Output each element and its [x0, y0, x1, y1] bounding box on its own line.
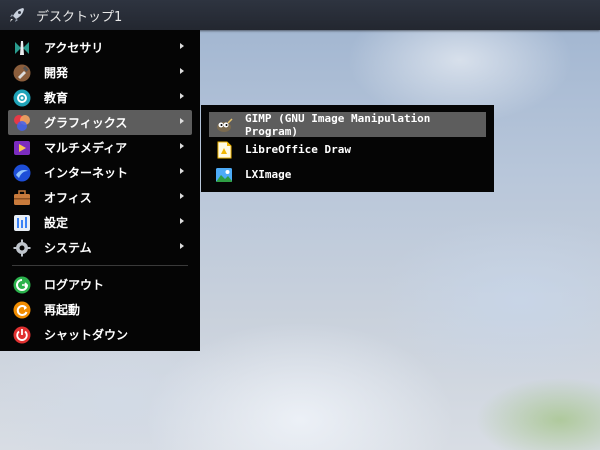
lximage-icon	[215, 166, 233, 184]
shutdown-button[interactable]: シャットダウン	[8, 322, 192, 347]
submenu-item-label: GIMP (GNU Image Manipulation Program)	[245, 111, 431, 138]
chevron-right-icon	[180, 118, 184, 124]
system-icon	[12, 238, 32, 258]
rocket-icon[interactable]	[6, 4, 28, 26]
menu-item-label: グラフィックス	[44, 116, 128, 130]
reboot-button[interactable]: 再起動	[8, 297, 192, 322]
menu-item-label: システム	[44, 241, 92, 255]
menu-item-development[interactable]: 開発	[8, 60, 192, 85]
logout-label: ログアウト	[44, 278, 105, 292]
chevron-right-icon	[180, 218, 184, 224]
shutdown-label: シャットダウン	[44, 328, 129, 342]
development-icon	[12, 63, 32, 83]
desktop-title[interactable]: デスクトップ1	[36, 6, 122, 25]
chevron-right-icon	[180, 243, 184, 249]
submenu-item-label: LXImage	[245, 168, 292, 181]
gimp-icon	[215, 116, 233, 134]
graphics-submenu: GIMP (GNU Image Manipulation Program) Li…	[201, 105, 494, 192]
shutdown-icon	[12, 325, 32, 345]
menu-item-label: 設定	[44, 216, 69, 230]
menu-item-label: マルチメディア	[44, 141, 128, 155]
submenu-item-gimp[interactable]: GIMP (GNU Image Manipulation Program)	[209, 111, 486, 138]
menu-item-settings[interactable]: 設定	[8, 210, 192, 235]
internet-icon	[12, 163, 32, 183]
submenu-item-label: LibreOffice Draw	[245, 143, 351, 156]
application-menu: アクセサリ 開発 教育 グラフィックス マルチメディア インターネット オフィス…	[0, 30, 200, 351]
chevron-right-icon	[180, 143, 184, 149]
menu-item-internet[interactable]: インターネット	[8, 160, 192, 185]
multimedia-icon	[12, 138, 32, 158]
logout-icon	[12, 275, 32, 295]
menu-item-graphics[interactable]: グラフィックス	[8, 110, 192, 135]
menu-item-accessories[interactable]: アクセサリ	[8, 35, 192, 60]
menu-item-label: インターネット	[44, 166, 129, 180]
reboot-label: 再起動	[44, 303, 81, 317]
menu-item-office[interactable]: オフィス	[8, 185, 192, 210]
office-icon	[12, 188, 32, 208]
submenu-item-libreoffice-draw[interactable]: LibreOffice Draw	[209, 137, 486, 162]
menu-item-multimedia[interactable]: マルチメディア	[8, 135, 192, 160]
submenu-item-lximage[interactable]: LXImage	[209, 162, 486, 187]
graphics-icon	[12, 113, 32, 133]
menu-item-label: 教育	[44, 91, 69, 105]
chevron-right-icon	[180, 193, 184, 199]
reboot-icon	[12, 300, 32, 320]
menu-item-label: アクセサリ	[44, 41, 104, 55]
menu-item-label: 開発	[44, 66, 69, 80]
libreoffice-draw-icon	[215, 141, 233, 159]
logout-button[interactable]: ログアウト	[8, 272, 192, 297]
chevron-right-icon	[180, 168, 184, 174]
chevron-right-icon	[180, 93, 184, 99]
menu-separator	[12, 265, 188, 266]
settings-icon	[12, 213, 32, 233]
menu-item-label: オフィス	[44, 191, 92, 205]
taskbar: デスクトップ1	[0, 0, 600, 30]
chevron-right-icon	[180, 43, 184, 49]
menu-item-system[interactable]: システム	[8, 235, 192, 260]
accessories-icon	[12, 38, 32, 58]
education-icon	[12, 88, 32, 108]
chevron-right-icon	[180, 68, 184, 74]
menu-item-education[interactable]: 教育	[8, 85, 192, 110]
